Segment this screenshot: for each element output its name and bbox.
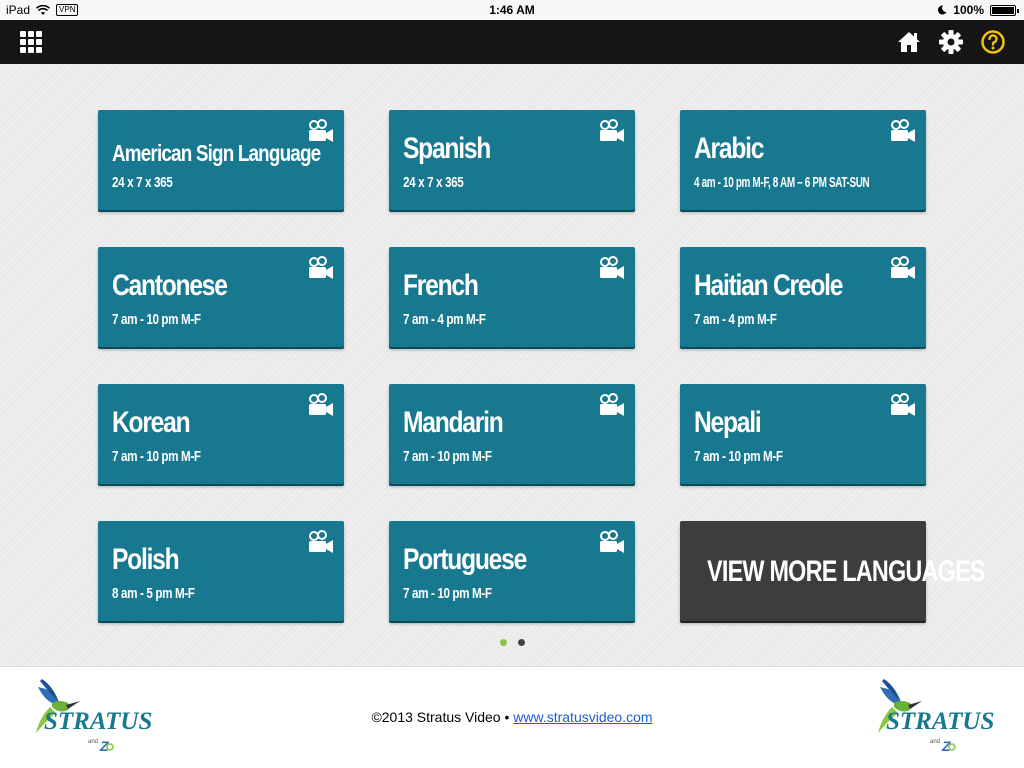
- status-bar: iPad VPN 1:46 AM 100%: [0, 0, 1024, 20]
- tile-language-name: Nepali: [694, 406, 762, 439]
- language-grid: American Sign Language 24 x 7 x 365 Span…: [0, 64, 1024, 666]
- tile-language-name: Mandarin: [403, 406, 504, 439]
- tile-language-name: Korean: [112, 406, 191, 439]
- page-dot-active[interactable]: [499, 639, 507, 646]
- view-more-label: VIEW MORE LANGUAGES: [707, 555, 985, 588]
- language-tile-french[interactable]: French 7 am - 4 pm M-F: [389, 247, 635, 347]
- tile-hours: 7 am - 10 pm M-F: [403, 448, 492, 465]
- video-camera-icon: [600, 119, 624, 142]
- video-camera-icon: [309, 393, 333, 416]
- tile-language-name: Cantonese: [112, 269, 228, 302]
- tile-language-name: Haitian Creole: [694, 269, 843, 302]
- website-link[interactable]: www.stratusvideo.com: [513, 709, 652, 725]
- tile-language-name: Portuguese: [403, 543, 527, 576]
- battery-percent: 100%: [953, 3, 984, 17]
- tile-language-name: Spanish: [403, 132, 491, 165]
- language-tile-spanish[interactable]: Spanish 24 x 7 x 365: [389, 110, 635, 210]
- video-camera-icon: [309, 256, 333, 279]
- tile-hours: 4 am - 10 pm M-F, 8 AM – 6 PM SAT-SUN: [694, 174, 870, 191]
- svg-text:and: and: [930, 739, 940, 745]
- stratus-logo-right: STRATUS and Z: [872, 677, 997, 757]
- video-camera-icon: [891, 256, 915, 279]
- tile-hours: 24 x 7 x 365: [112, 174, 173, 191]
- battery-icon: [990, 4, 1019, 16]
- footer-copyright: ©2013 Stratus Video • www.stratusvideo.c…: [0, 709, 1024, 725]
- top-toolbar: [0, 20, 1024, 64]
- video-camera-icon: [309, 119, 333, 142]
- page-dot[interactable]: [517, 639, 525, 646]
- language-tile-portuguese[interactable]: Portuguese 7 am - 10 pm M-F: [389, 521, 635, 621]
- status-time: 1:46 AM: [489, 3, 535, 17]
- moon-icon: [938, 5, 947, 15]
- view-more-languages-button[interactable]: VIEW MORE LANGUAGES: [680, 521, 986, 621]
- language-tile-mandarin[interactable]: Mandarin 7 am - 10 pm M-F: [389, 384, 635, 484]
- language-tile-haitian-creole[interactable]: Haitian Creole 7 am - 4 pm M-F: [680, 247, 926, 347]
- language-tile-arabic[interactable]: Arabic 4 am - 10 pm M-F, 8 AM – 6 PM SAT…: [680, 110, 926, 210]
- tile-hours: 7 am - 4 pm M-F: [403, 311, 486, 328]
- gear-icon[interactable]: [938, 29, 964, 55]
- tile-language-name: Arabic: [694, 132, 764, 165]
- video-camera-icon: [309, 530, 333, 553]
- tile-language-name: American Sign Language: [112, 140, 321, 166]
- language-tile-korean[interactable]: Korean 7 am - 10 pm M-F: [98, 384, 344, 484]
- tile-hours: 7 am - 10 pm M-F: [403, 585, 492, 602]
- hummingbird-logo-icon: STRATUS and Z: [878, 679, 994, 754]
- tile-hours: 8 am - 5 pm M-F: [112, 585, 195, 602]
- tile-hours: 7 am - 10 pm M-F: [112, 311, 201, 328]
- copyright-text: ©2013 Stratus Video •: [371, 709, 514, 725]
- video-camera-icon: [600, 256, 624, 279]
- language-tile-polish[interactable]: Polish 8 am - 5 pm M-F: [98, 521, 344, 621]
- page-indicator: [0, 639, 1024, 646]
- language-tile-nepali[interactable]: Nepali 7 am - 10 pm M-F: [680, 384, 926, 484]
- tile-hours: 7 am - 4 pm M-F: [694, 311, 777, 328]
- svg-text:and: and: [88, 739, 98, 745]
- language-tile-cantonese[interactable]: Cantonese 7 am - 10 pm M-F: [98, 247, 344, 347]
- svg-text:STRATUS: STRATUS: [886, 708, 994, 735]
- video-camera-icon: [600, 530, 624, 553]
- video-camera-icon: [600, 393, 624, 416]
- tile-language-name: French: [403, 269, 479, 302]
- home-icon[interactable]: [896, 29, 922, 55]
- video-camera-icon: [891, 393, 915, 416]
- tile-language-name: Polish: [112, 543, 180, 576]
- tile-hours: 24 x 7 x 365: [403, 174, 464, 191]
- video-camera-icon: [891, 119, 915, 142]
- grid-menu-icon[interactable]: [20, 31, 42, 53]
- footer: STRATUS and Z ©2013 Stratus Video • www.…: [0, 666, 1024, 768]
- tile-hours: 7 am - 10 pm M-F: [694, 448, 783, 465]
- language-tile-american-sign-language[interactable]: American Sign Language 24 x 7 x 365: [98, 110, 344, 210]
- tile-hours: 7 am - 10 pm M-F: [112, 448, 201, 465]
- help-icon[interactable]: [980, 29, 1006, 55]
